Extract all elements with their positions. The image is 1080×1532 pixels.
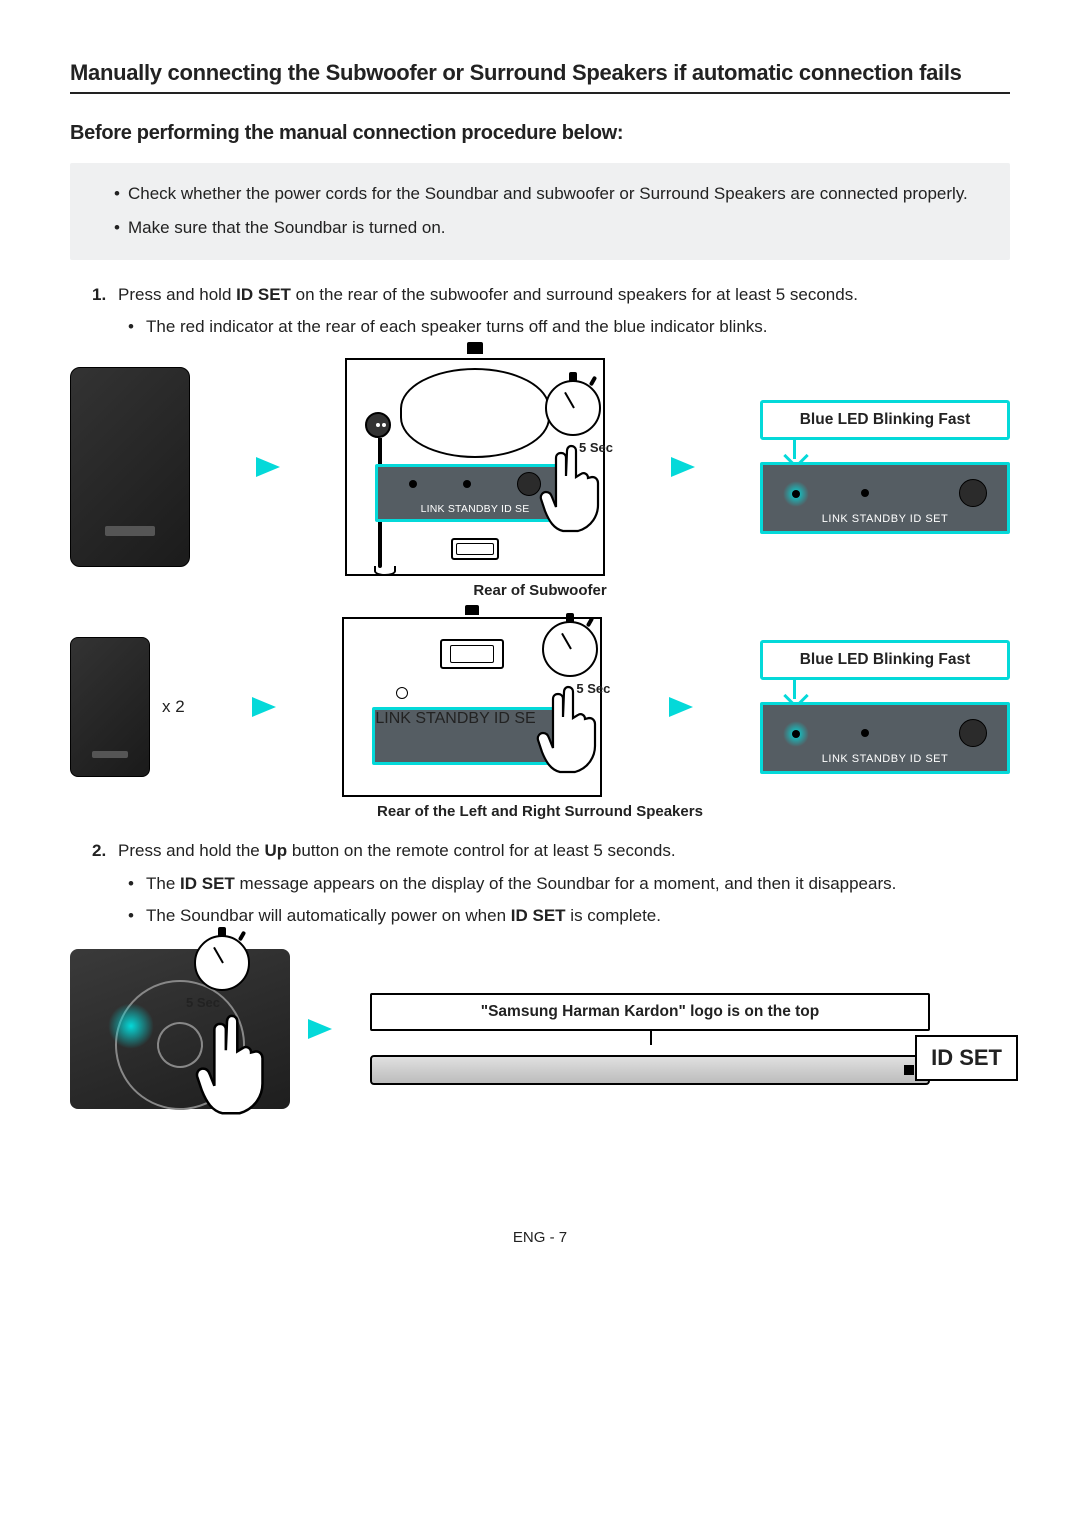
led-labels: LINK STANDBY ID SET	[763, 513, 1007, 525]
step-text: Press and hold	[118, 285, 236, 304]
id-set-button-icon	[959, 479, 987, 507]
note-item: Check whether the power cords for the So…	[114, 181, 988, 207]
step-bold: ID SET	[236, 285, 291, 304]
led-panel-result: LINK STANDBY ID SET	[760, 462, 1010, 534]
step-number: 1.	[92, 282, 106, 308]
diagram-surround-row: x 2 LINK STANDBY ID SE 5 Sec Blue LED Bl…	[70, 617, 1010, 797]
arrow-icon	[308, 1019, 332, 1039]
idset-display: ID SET	[915, 1035, 1018, 1081]
cover-plate-icon	[451, 538, 499, 560]
arrow-icon	[252, 697, 276, 717]
finger-press-icon	[539, 440, 609, 536]
step-text: button on the remote control for at leas…	[287, 841, 675, 860]
port-icon	[440, 639, 504, 669]
finger-press-icon	[190, 1009, 280, 1119]
section-subtitle: Before performing the manual connection …	[70, 122, 1010, 145]
stopwatch-icon	[545, 380, 601, 436]
stopwatch-icon	[542, 621, 598, 677]
subwoofer-photo	[70, 367, 190, 567]
subwoofer-rear-panel: LINK STANDBY ID SE 5 Sec	[345, 358, 605, 576]
id-set-button-icon	[959, 719, 987, 747]
surround-speaker-photo	[70, 637, 150, 777]
step-1: 1. Press and hold ID SET on the rear of …	[92, 282, 1010, 341]
step-sub: The red indicator at the rear of each sp…	[128, 314, 1010, 340]
led-labels: LINK STANDBY ID SET	[763, 753, 1007, 765]
step-sub: The Soundbar will automatically power on…	[128, 903, 1010, 929]
top-plug-icon	[461, 342, 489, 360]
stopwatch-icon	[194, 935, 250, 991]
remote-control-illustration: 5 Sec	[70, 949, 290, 1109]
soundbar-illustration: "Samsung Harman Kardon" logo is on the t…	[350, 973, 1010, 1085]
diagram-caption: Rear of Subwoofer	[70, 582, 1010, 599]
diagram-remote-row: 5 Sec "Samsung Harman Kardon" logo is on…	[70, 949, 1010, 1109]
blue-led-glow-icon	[783, 481, 809, 507]
step-number: 2.	[92, 838, 106, 864]
finger-press-icon	[536, 681, 606, 777]
stopwatch-label: 5 Sec	[186, 995, 220, 1010]
diagram-caption: Rear of the Left and Right Surround Spea…	[70, 803, 1010, 820]
note-box: Check whether the power cords for the So…	[70, 163, 1010, 260]
step-sub: The ID SET message appears on the displa…	[128, 871, 1010, 897]
blue-led-callout: Blue LED Blinking Fast	[760, 400, 1010, 440]
arrow-icon	[669, 697, 693, 717]
arrow-icon	[671, 457, 695, 477]
page-number: ENG - 7	[70, 1229, 1010, 1246]
note-item: Make sure that the Soundbar is turned on…	[114, 215, 988, 241]
mount-hole-icon	[396, 687, 408, 699]
section-title: Manually connecting the Subwoofer or Sur…	[70, 60, 1010, 94]
soundbar-callout: "Samsung Harman Kardon" logo is on the t…	[370, 993, 930, 1031]
step-text: Press and hold the	[118, 841, 264, 860]
led-panel-result: LINK STANDBY ID SET	[760, 702, 1010, 774]
step-text: on the rear of the subwoofer and surroun…	[291, 285, 858, 304]
diagram-subwoofer-row: LINK STANDBY ID SE 5 Sec Blue LED Blinki…	[70, 358, 1010, 576]
blue-led-callout: Blue LED Blinking Fast	[760, 640, 1010, 680]
arrow-icon	[256, 457, 280, 477]
step-2: 2. Press and hold the Up button on the r…	[92, 838, 1010, 929]
quantity-label: x 2	[162, 697, 185, 717]
result-block: Blue LED Blinking Fast LINK STANDBY ID S…	[760, 400, 1010, 534]
soundbar-icon	[370, 1055, 930, 1085]
result-block: Blue LED Blinking Fast LINK STANDBY ID S…	[760, 640, 1010, 774]
step-bold: Up	[264, 841, 287, 860]
blue-led-glow-icon	[783, 721, 809, 747]
top-plug-icon	[461, 605, 483, 619]
surround-rear-panel: LINK STANDBY ID SE 5 Sec	[342, 617, 602, 797]
